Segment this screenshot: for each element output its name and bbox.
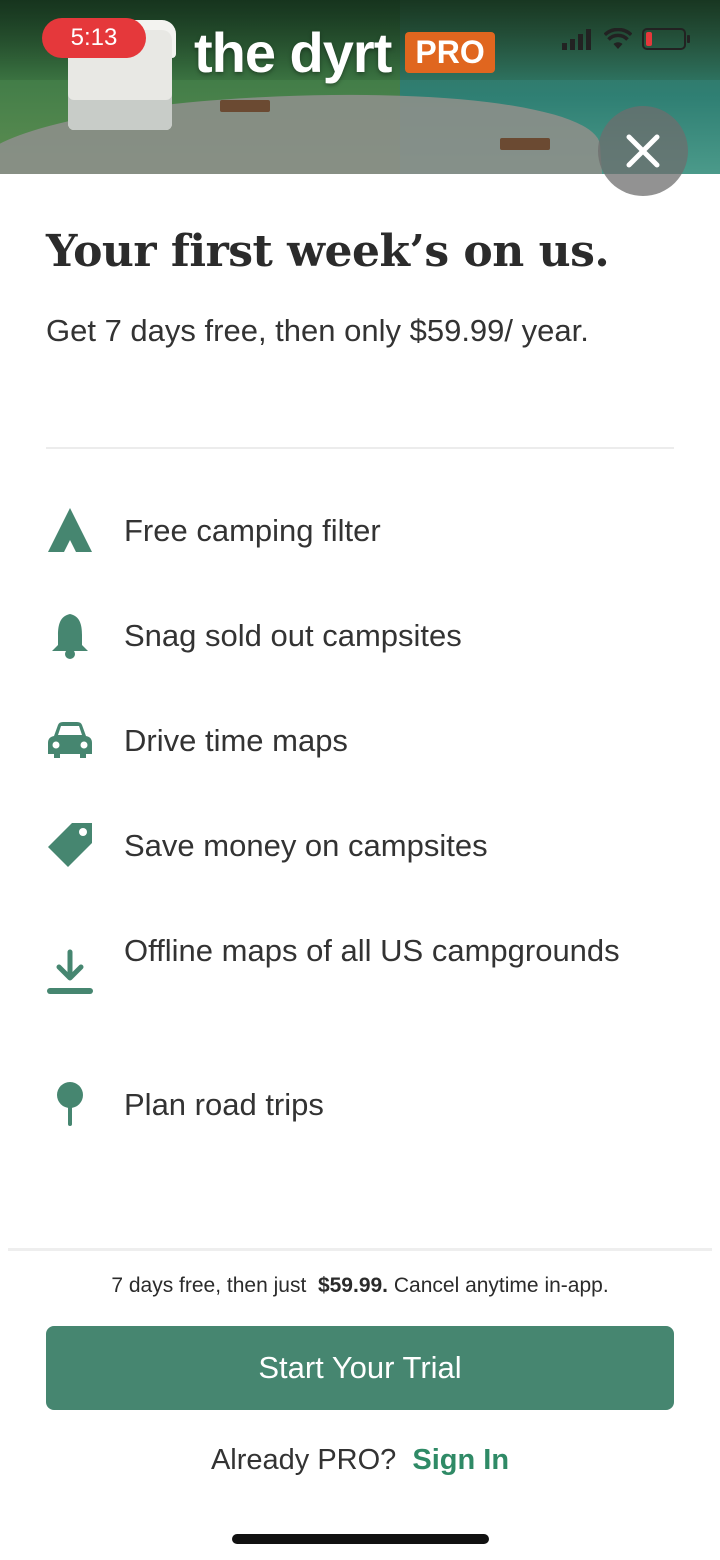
feature-item: Offline maps of all US campgrounds (46, 926, 644, 996)
promo-subhead: Get 7 days free, then only $59.99/ year. (46, 313, 589, 348)
feature-label: Offline maps of all US campgrounds (124, 933, 620, 968)
picnic-table (500, 138, 550, 150)
wifi-icon (604, 28, 632, 49)
home-indicator[interactable] (232, 1534, 489, 1544)
feature-item: Plan road trips (46, 1080, 644, 1129)
battery-icon (642, 28, 690, 50)
fine-print-price: $59.99. (317, 1274, 389, 1297)
close-icon (626, 134, 660, 168)
fine-print-prefix: 7 days free, then just (111, 1274, 307, 1297)
divider (46, 447, 674, 449)
feature-item: Save money on campsites (46, 821, 644, 870)
pro-badge: PRO (405, 32, 495, 73)
trial-fine-print: 7 days free, then just $59.99. Cancel an… (0, 1274, 720, 1298)
close-button[interactable] (598, 106, 688, 196)
tent-icon (46, 506, 94, 554)
sign-in-row: Already PRO? Sign In (0, 1444, 720, 1477)
feature-label: Drive time maps (124, 723, 348, 758)
sign-in-prompt: Already PRO? (210, 1444, 397, 1476)
app-logo: the dyrt PRO (194, 20, 495, 85)
start-trial-button[interactable]: Start Your Trial (46, 1326, 674, 1410)
feature-label: Plan road trips (124, 1087, 324, 1122)
car-icon (46, 716, 94, 764)
status-icons (562, 28, 690, 50)
feature-label: Free camping filter (124, 513, 381, 548)
feature-item: Free camping filter (46, 506, 644, 555)
feature-item: Drive time maps (46, 716, 644, 765)
tag-icon (46, 821, 94, 869)
feature-label: Snag sold out campsites (124, 618, 462, 653)
footer-divider (8, 1248, 712, 1251)
download-icon (46, 948, 94, 996)
pin-icon (46, 1080, 94, 1128)
signal-icon (562, 29, 591, 50)
logo-wordmark: the dyrt (194, 21, 392, 84)
picnic-table (220, 100, 270, 112)
sign-in-link[interactable]: Sign In (412, 1444, 509, 1476)
fine-print-suffix: Cancel anytime in-app. (393, 1274, 609, 1297)
bell-icon (46, 611, 94, 659)
feature-label: Save money on campsites (124, 828, 488, 863)
status-time: 5:13 (42, 18, 146, 58)
feature-item: Snag sold out campsites (46, 611, 644, 660)
promo-headline: Your first week’s on us. (46, 226, 610, 277)
